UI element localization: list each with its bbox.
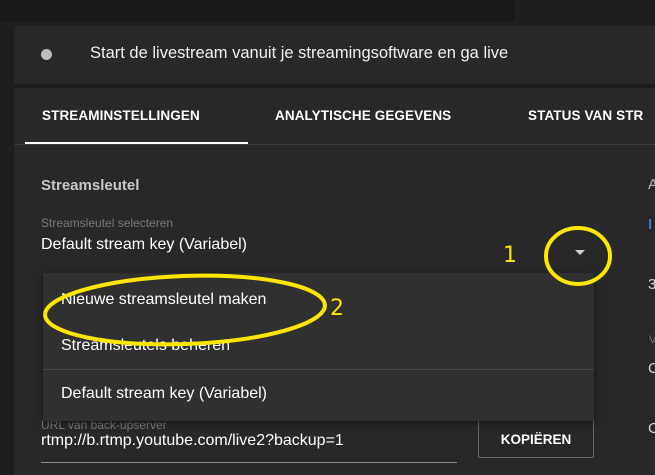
select-label: Streamsleutel selecteren [41, 216, 174, 230]
status-text: Start de livestream vanuit je streamings… [90, 44, 509, 62]
copy-button[interactable]: KOPIËREN [478, 420, 594, 458]
stream-key-dropdown: Nieuwe streamsleutel maken Streamsleutel… [43, 273, 594, 421]
tab-divider [14, 144, 655, 145]
right-column-fragment: 3 [648, 276, 655, 293]
status-bar: Start de livestream vanuit je streamings… [14, 26, 655, 84]
backup-server-underline [41, 462, 457, 463]
menu-item-new-stream-key[interactable]: Nieuwe streamsleutel maken [43, 277, 594, 323]
menu-item-default-stream-key[interactable]: Default stream key (Variabel) [43, 371, 594, 417]
right-column-fragment: I [648, 216, 653, 233]
tab-status[interactable]: STATUS VAN STR [528, 108, 643, 123]
top-strip [0, 0, 655, 22]
section-title: Streamsleutel [41, 177, 140, 194]
chevron-down-icon[interactable] [568, 240, 592, 264]
status-dot-icon [41, 49, 52, 60]
stream-key-select[interactable]: Default stream key (Variabel) [41, 236, 247, 254]
right-column-fragment: A [648, 176, 655, 193]
tab-streaminstellingen[interactable]: STREAMINSTELLINGEN [42, 108, 200, 123]
annotation-number-2: 2 [330, 296, 344, 321]
right-column-fragment: C [648, 420, 655, 437]
right-column-fragment: V [649, 334, 655, 346]
top-strip-dark [0, 0, 515, 22]
annotation-number-1: 1 [503, 243, 517, 268]
tab-analytische-gegevens[interactable]: ANALYTISCHE GEGEVENS [275, 108, 451, 123]
menu-item-manage-stream-keys[interactable]: Streamsleutels beheren [43, 323, 594, 369]
backup-server-url: rtmp://b.rtmp.youtube.com/live2?backup=1 [41, 432, 344, 449]
active-tab-indicator [25, 142, 248, 144]
menu-divider [43, 369, 594, 370]
right-column-fragment: C [648, 360, 655, 377]
